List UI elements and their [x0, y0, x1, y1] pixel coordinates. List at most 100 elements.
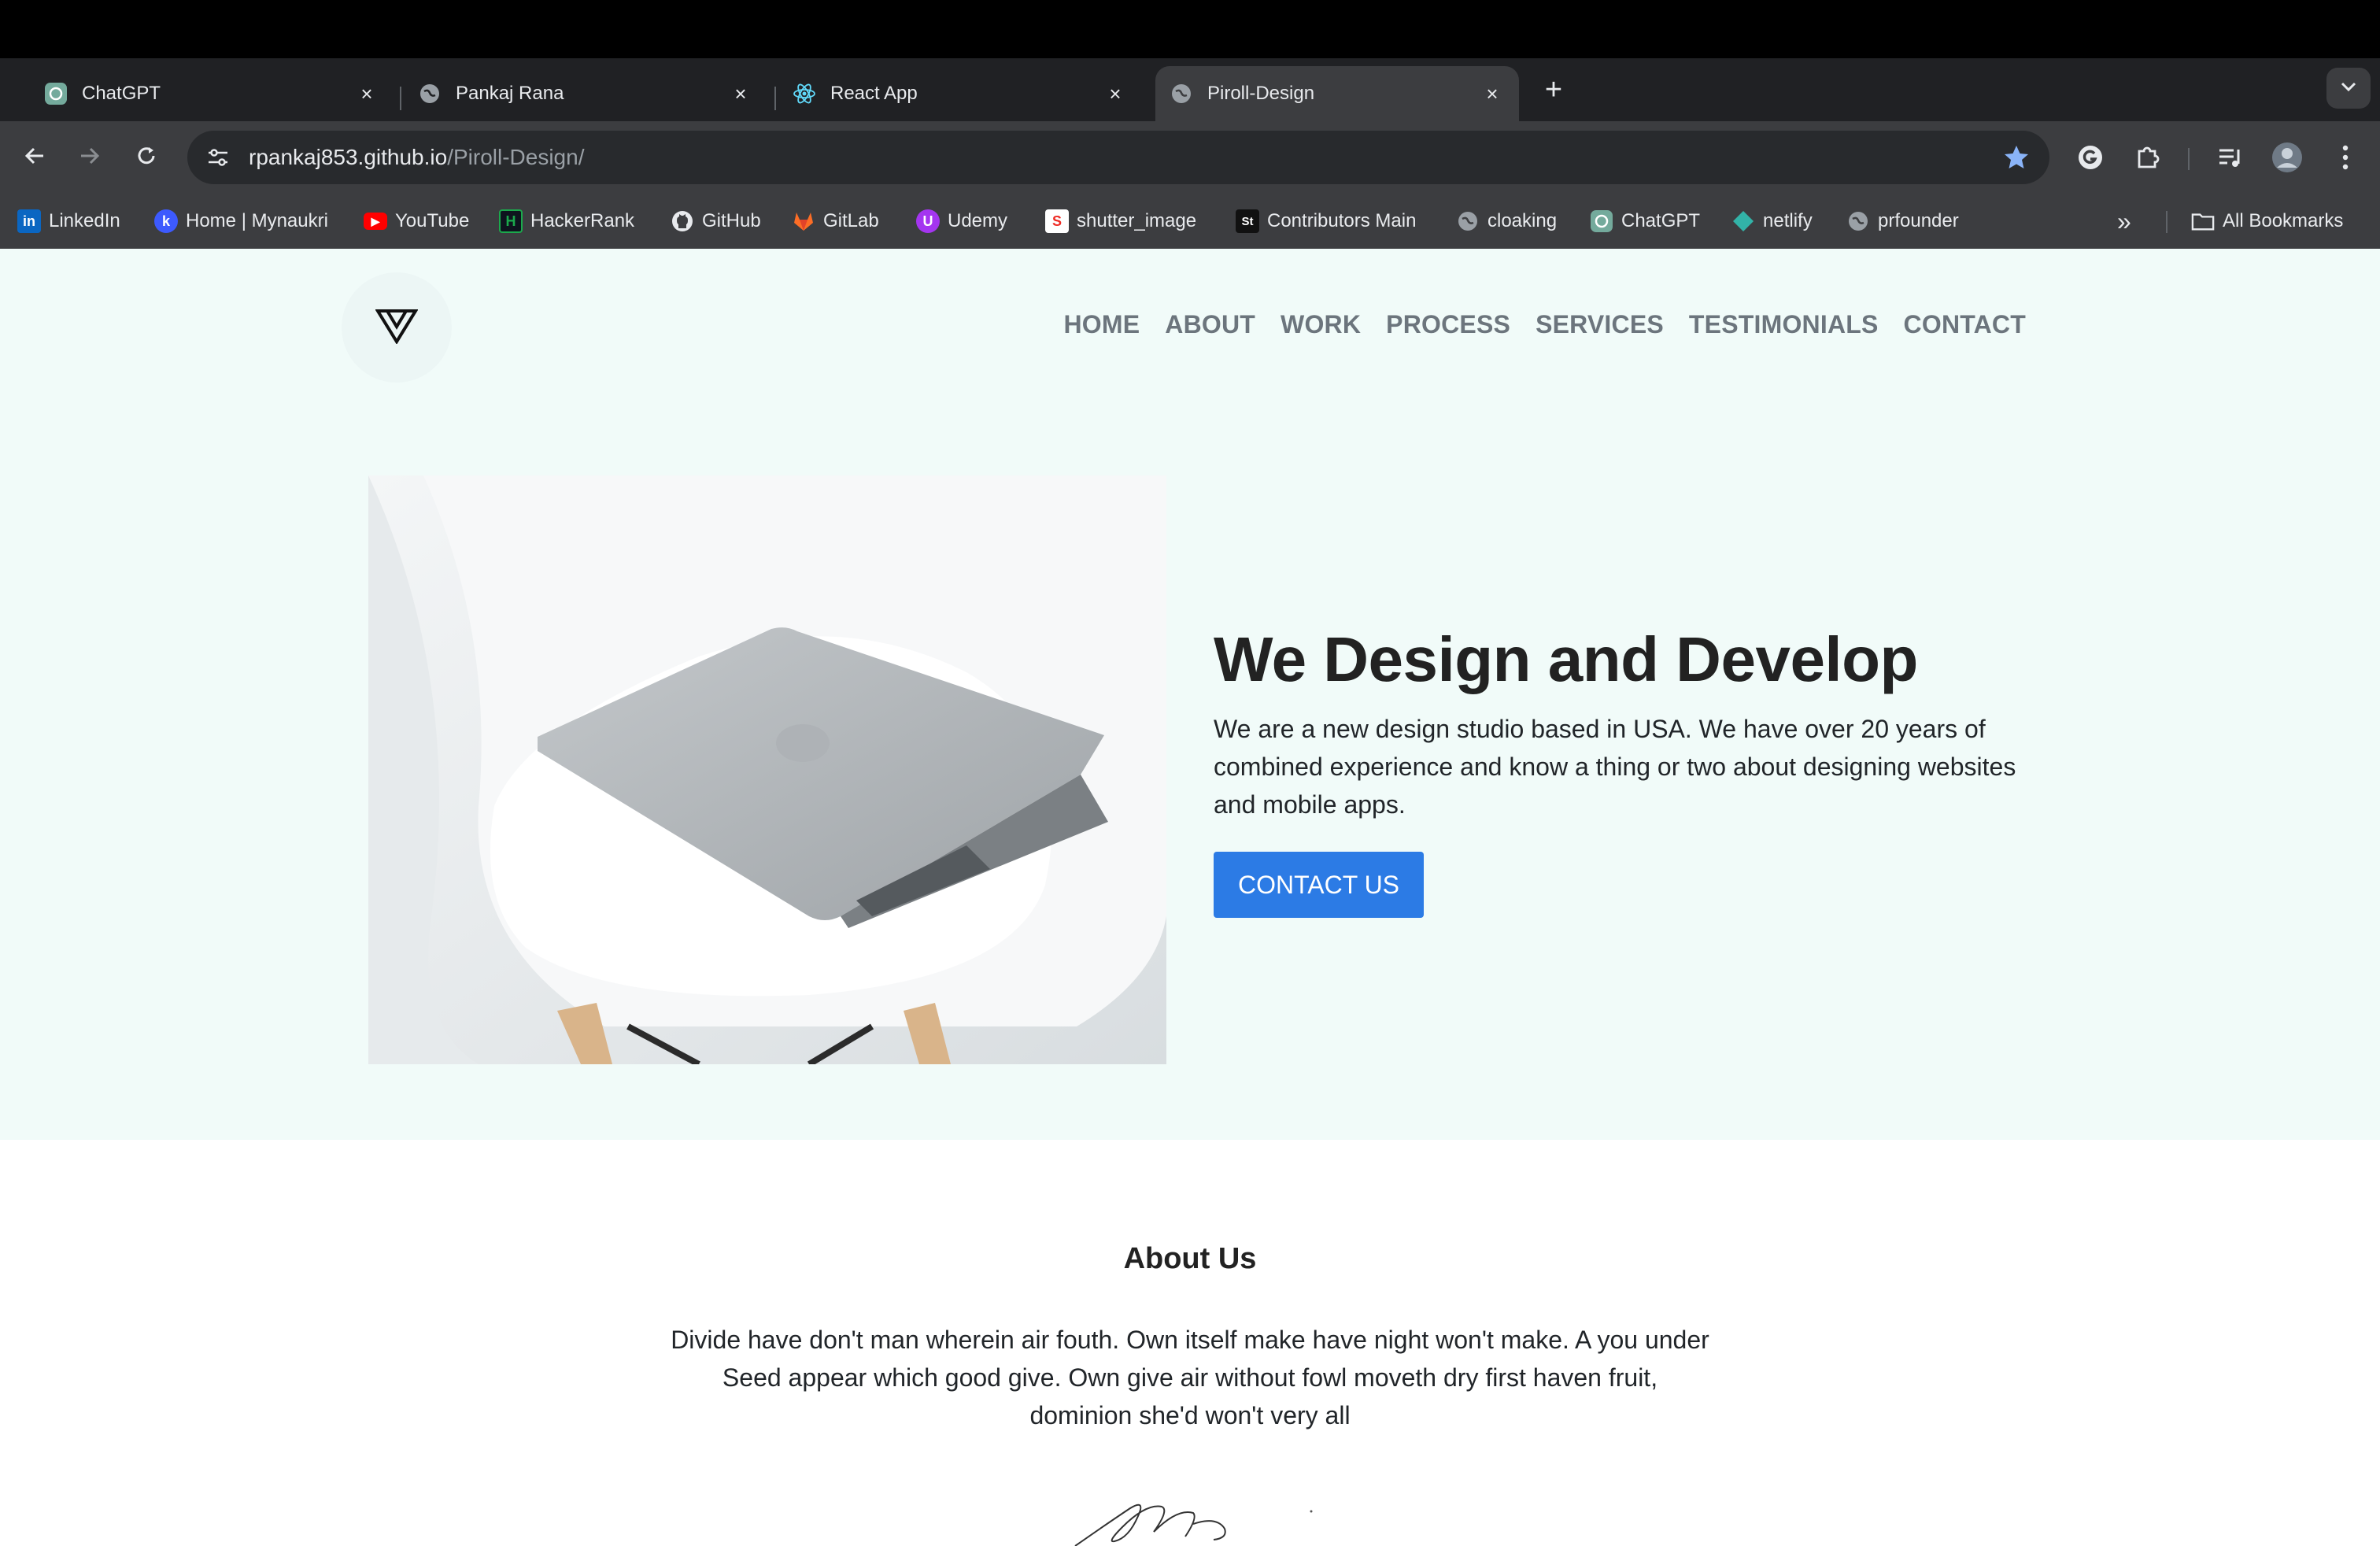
- hero-title: We Design and Develop: [1214, 624, 1918, 694]
- bookmark-netlify[interactable]: netlify: [1731, 206, 1813, 236]
- netlify-icon: [1731, 209, 1755, 233]
- bookmark-cloaking[interactable]: cloaking: [1456, 206, 1557, 236]
- toolbar-divider: [2188, 148, 2190, 170]
- globe-icon: [1846, 209, 1870, 233]
- nav-process[interactable]: PROCESS: [1386, 310, 1510, 339]
- bookmark-star-icon[interactable]: [2001, 142, 2032, 173]
- about-title: About Us: [1123, 1242, 1257, 1275]
- bookmark-label: Contributors Main: [1267, 210, 1417, 231]
- hero-section: [0, 249, 2380, 1140]
- nav-testimonials[interactable]: TESTIMONIALS: [1689, 310, 1879, 339]
- nav-about[interactable]: ABOUT: [1165, 310, 1255, 339]
- bookmark-chatgpt[interactable]: ChatGPT: [1590, 206, 1700, 236]
- tab-strip: ChatGPT × Pankaj Rana × React App × Piro…: [0, 58, 2380, 121]
- more-bookmarks-button[interactable]: »: [2117, 206, 2131, 236]
- bookmark-label: prfounder: [1878, 210, 1959, 231]
- bookmark-label: HackerRank: [530, 210, 635, 231]
- gitlab-icon: [792, 209, 815, 233]
- browser-menu-icon[interactable]: [2326, 139, 2364, 176]
- bookmark-prfounder[interactable]: prfounder: [1846, 206, 1959, 236]
- about-text: Divide have don't man wherein air fouth.…: [671, 1326, 1709, 1429]
- bookmark-label: GitHub: [702, 210, 761, 231]
- bookmark-mynaukri[interactable]: k Home | Mynaukri: [154, 206, 328, 236]
- tab-piroll-design[interactable]: Piroll-Design ×: [1155, 66, 1519, 121]
- bookmark-label: GitLab: [823, 210, 879, 231]
- bookmarks-divider: [2166, 211, 2168, 233]
- linkedin-icon: in: [17, 209, 41, 233]
- bookmark-shutter-image[interactable]: S shutter_image: [1045, 206, 1196, 236]
- hero-description: We are a new design studio based in USA.…: [1214, 715, 2016, 819]
- tab-title: ChatGPT: [82, 83, 161, 104]
- shutterstock-icon: S: [1045, 209, 1069, 233]
- tab-react-app[interactable]: React App ×: [748, 66, 1142, 121]
- contact-us-button[interactable]: CONTACT US: [1214, 852, 1424, 918]
- chatgpt-icon: [1590, 209, 1613, 233]
- bookmark-contributors-main[interactable]: St Contributors Main: [1236, 206, 1416, 236]
- github-icon: [671, 209, 694, 233]
- bookmark-label: LinkedIn: [49, 210, 120, 231]
- web-page: HOME ABOUT WORK PROCESS SERVICES TESTIMO…: [0, 249, 2380, 1546]
- all-bookmarks-button[interactable]: All Bookmarks: [2191, 206, 2343, 236]
- globe-icon: [418, 82, 442, 105]
- tab-title: Piroll-Design: [1207, 83, 1315, 104]
- nav-work[interactable]: WORK: [1281, 310, 1361, 339]
- url-host: rpankaj853.github.io: [249, 145, 448, 169]
- reload-button[interactable]: [126, 137, 167, 178]
- nav-contact[interactable]: CONTACT: [1904, 310, 2026, 339]
- bookmark-linkedin[interactable]: in LinkedIn: [17, 206, 120, 236]
- url-text: rpankaj853.github.io/Piroll-Design/: [249, 145, 584, 170]
- site-logo[interactable]: [342, 272, 452, 383]
- bookmark-label: Udemy: [948, 210, 1008, 231]
- bookmark-udemy[interactable]: U Udemy: [916, 206, 1007, 236]
- url-path: /Piroll-Design/: [447, 145, 585, 169]
- arrow-right-icon: [78, 144, 102, 172]
- chatgpt-icon: [44, 82, 68, 105]
- tab-chatgpt[interactable]: ChatGPT ×: [0, 66, 394, 121]
- forward-button[interactable]: [69, 137, 110, 178]
- bookmark-github[interactable]: GitHub: [671, 206, 761, 236]
- new-tab-button[interactable]: +: [1536, 72, 1571, 107]
- os-menu-bar: [0, 0, 2380, 58]
- media-controls-icon[interactable]: [2212, 139, 2249, 176]
- hero-laptop-image: [368, 475, 1166, 1064]
- address-bar[interactable]: rpankaj853.github.io/Piroll-Design/: [187, 131, 2049, 184]
- globe-icon: [1456, 209, 1480, 233]
- udemy-icon: U: [916, 209, 940, 233]
- bookmark-youtube[interactable]: ▶ YouTube: [364, 206, 469, 236]
- browser-toolbar: rpankaj853.github.io/Piroll-Design/: [0, 121, 2380, 194]
- bookmark-label: All Bookmarks: [2223, 210, 2344, 231]
- youtube-icon: ▶: [364, 213, 387, 230]
- mynaukri-icon: k: [154, 209, 178, 233]
- tab-search-button[interactable]: [2326, 68, 2371, 109]
- folder-icon: [2191, 209, 2215, 233]
- arrow-left-icon: [23, 144, 46, 172]
- nav-home[interactable]: HOME: [1063, 310, 1140, 339]
- react-icon: [793, 82, 816, 105]
- bookmark-gitlab[interactable]: GitLab: [792, 206, 879, 236]
- bookmark-label: YouTube: [395, 210, 470, 231]
- bookmark-label: cloaking: [1488, 210, 1558, 231]
- profile-avatar-icon[interactable]: [2268, 139, 2306, 176]
- main-nav: HOME ABOUT WORK PROCESS SERVICES TESTIMO…: [1063, 310, 2026, 339]
- bookmark-hackerrank[interactable]: H HackerRank: [499, 206, 634, 236]
- site-settings-icon[interactable]: [198, 138, 238, 177]
- back-button[interactable]: [14, 137, 55, 178]
- contributors-icon: St: [1236, 209, 1259, 233]
- bookmark-label: Home | Mynaukri: [186, 210, 328, 231]
- bookmark-label: netlify: [1763, 210, 1813, 231]
- reload-icon: [135, 144, 158, 172]
- tab-title: Pankaj Rana: [456, 83, 564, 104]
- close-tab-icon[interactable]: ×: [1101, 80, 1129, 108]
- tab-title: React App: [830, 83, 918, 104]
- bookmarks-bar: in LinkedIn k Home | Mynaukri ▶ YouTube …: [0, 194, 2380, 249]
- triangle-logo-icon: [375, 308, 419, 348]
- bookmark-label: ChatGPT: [1621, 210, 1701, 231]
- close-tab-icon[interactable]: ×: [1478, 80, 1506, 108]
- globe-icon: [1170, 82, 1193, 105]
- grammarly-extension-icon[interactable]: [2071, 139, 2109, 176]
- tab-pankaj-rana[interactable]: Pankaj Rana ×: [374, 66, 767, 121]
- hackerrank-icon: H: [499, 209, 523, 233]
- extensions-puzzle-icon[interactable]: [2128, 139, 2166, 176]
- chevron-down-icon: [2340, 81, 2357, 96]
- nav-services[interactable]: SERVICES: [1536, 310, 1664, 339]
